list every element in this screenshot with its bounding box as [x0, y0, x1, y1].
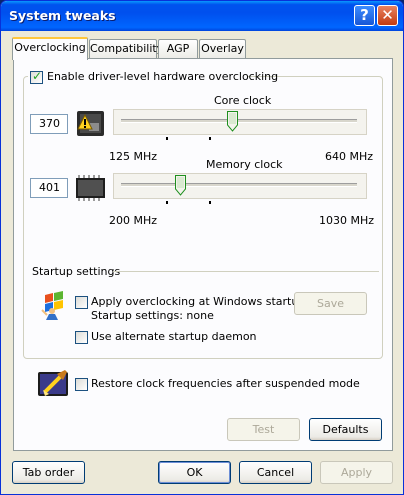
defaults-button[interactable]: Defaults [309, 418, 382, 441]
alternate-daemon-label[interactable]: Use alternate startup daemon [91, 330, 257, 343]
apply-at-startup-label[interactable]: Apply overclocking at Windows startup [91, 295, 305, 308]
enable-overclocking-label: Enable driver-level hardware overclockin… [47, 70, 279, 83]
memory-clock-slider[interactable] [175, 175, 186, 196]
memory-clock-title: Memory clock [206, 158, 283, 171]
enable-overclocking-row[interactable]: ✓ Enable driver-level hardware overclock… [28, 69, 278, 85]
memory-clock-max-label: 1030 MHz [319, 214, 375, 227]
tab-overlay[interactable]: Overlay [199, 39, 246, 59]
restore-clock-checkbox[interactable] [75, 378, 88, 391]
system-tweaks-dialog: System tweaks ? ✕ Overclocking Compatibi… [0, 0, 404, 495]
startup-settings-status: Startup settings: none [91, 309, 214, 322]
core-clock-value[interactable]: 370 [30, 114, 68, 134]
memory-clock-value[interactable]: 401 [30, 178, 68, 198]
tab-agp[interactable]: AGP [158, 39, 198, 59]
test-button[interactable]: Test [227, 418, 300, 441]
core-tick [166, 137, 168, 140]
startup-settings-legend: Startup settings [32, 265, 121, 278]
tab-order-button[interactable]: Tab order [12, 461, 85, 484]
core-clock-min-label: 125 MHz [109, 150, 158, 163]
ok-button[interactable]: OK [158, 461, 231, 484]
tab-compatibility[interactable]: Compatibility [89, 39, 163, 59]
windows-startup-icon [39, 291, 67, 321]
alternate-daemon-checkbox[interactable] [75, 331, 88, 344]
memory-clock-track[interactable] [121, 183, 357, 187]
cancel-button[interactable]: Cancel [239, 461, 312, 484]
window-title: System tweaks [9, 8, 116, 23]
title-bar[interactable]: System tweaks ? ✕ [1, 1, 403, 31]
memory-chip-icon [74, 173, 107, 203]
core-clock-slider[interactable] [226, 111, 238, 132]
restore-clock-icon [37, 368, 71, 400]
memory-tick [166, 201, 168, 204]
memory-clock-min-label: 200 MHz [109, 214, 158, 227]
apply-at-startup-checkbox[interactable] [75, 296, 88, 309]
chip-warning-icon [74, 107, 107, 140]
help-button[interactable]: ? [354, 5, 375, 26]
core-tick [209, 137, 211, 140]
memory-tick [209, 201, 211, 204]
help-icon: ? [360, 6, 369, 24]
checkmark-icon: ✓ [32, 69, 43, 83]
close-button[interactable]: ✕ [377, 5, 398, 26]
core-clock-title: Core clock [214, 94, 272, 107]
apply-button[interactable]: Apply [320, 461, 393, 484]
core-clock-max-label: 640 MHz [325, 150, 374, 163]
restore-clock-label[interactable]: Restore clock frequencies after suspende… [91, 377, 360, 390]
core-clock-track[interactable] [121, 119, 357, 123]
enable-overclocking-checkbox[interactable]: ✓ [30, 69, 43, 84]
close-icon: ✕ [381, 6, 394, 24]
tab-overclocking[interactable]: Overclocking [12, 37, 88, 60]
startup-divider [113, 271, 379, 272]
save-button[interactable]: Save [294, 292, 367, 315]
